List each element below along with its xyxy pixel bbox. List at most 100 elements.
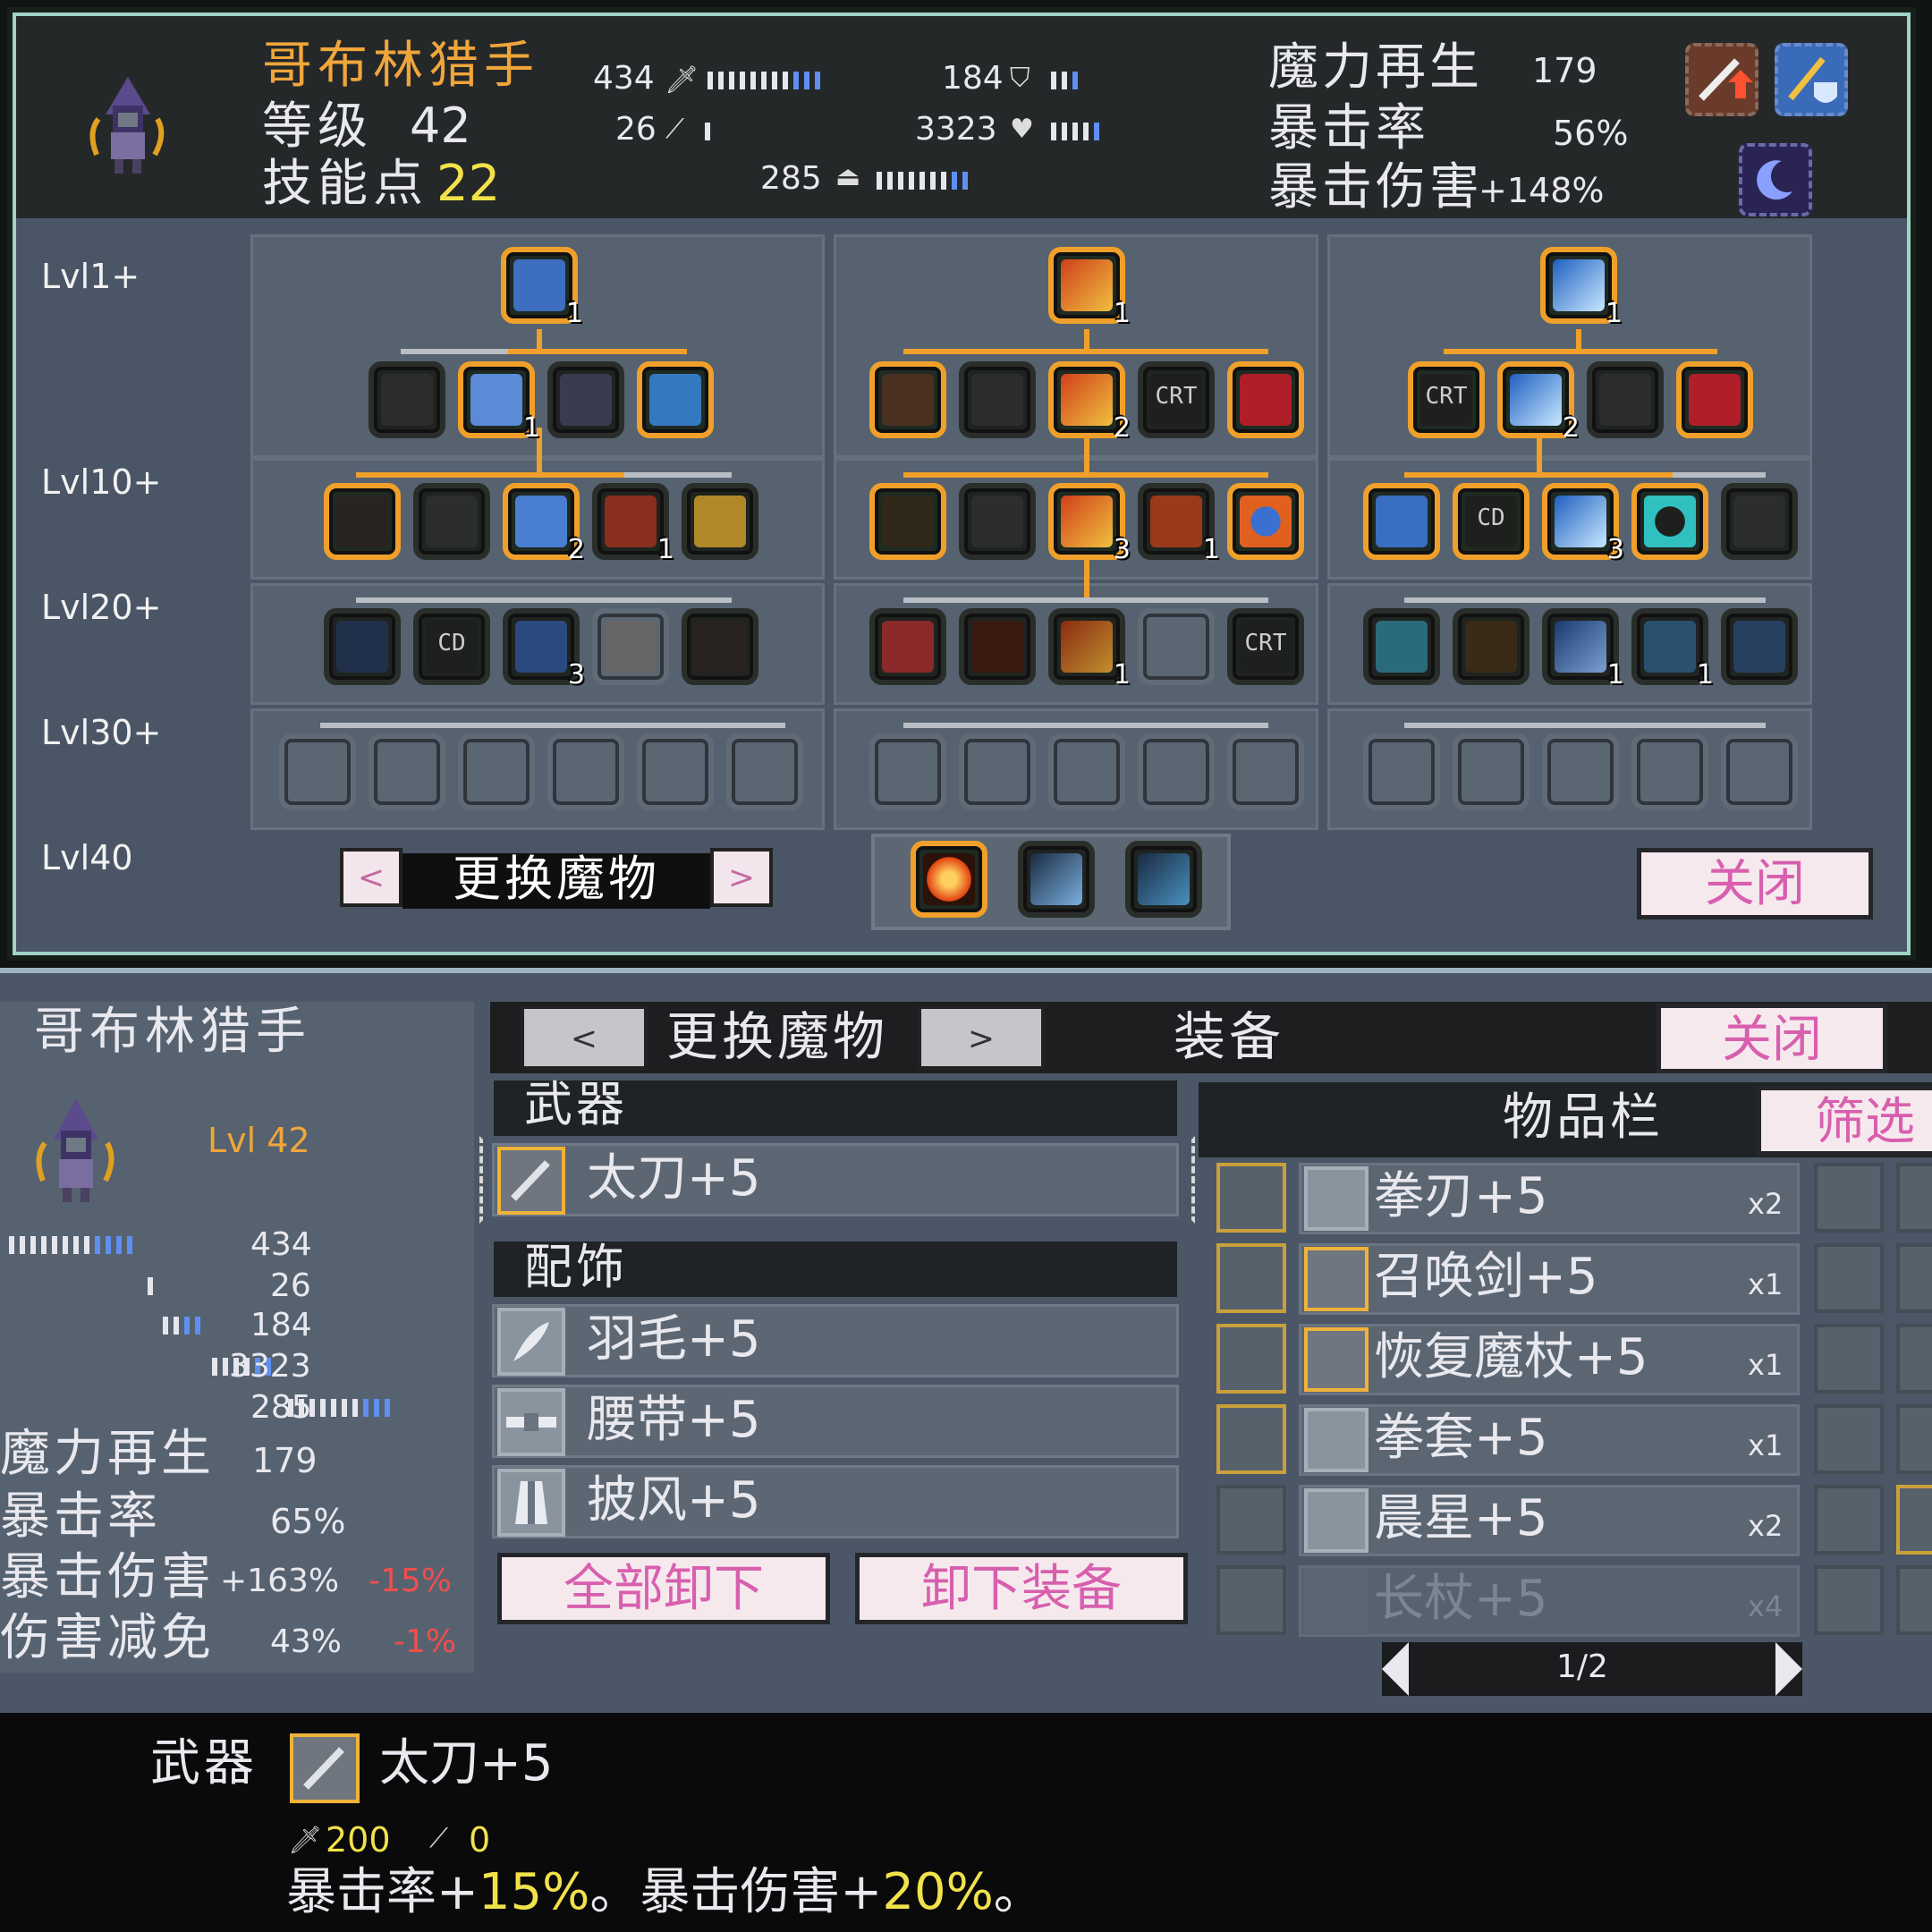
wand-icon[interactable]	[1814, 1243, 1884, 1313]
filter-button[interactable]: 筛选	[1757, 1086, 1932, 1156]
skill-node-red-burn[interactable]	[869, 608, 946, 685]
skill-node-cd-2[interactable]: CD	[1453, 483, 1530, 560]
wand-icon[interactable]	[1896, 1485, 1932, 1555]
skill-node-ice-fang[interactable]	[1363, 608, 1440, 685]
skill-node-ice-ultimate[interactable]	[1018, 841, 1095, 918]
skill-node-chalice-3[interactable]: 2	[503, 483, 585, 565]
skill-node-yin-yang[interactable]	[1227, 483, 1304, 560]
skill-node-locked[interactable]	[1363, 733, 1440, 810]
prev-monster-button[interactable]: <	[340, 848, 402, 907]
skill-node-ice-2[interactable]: 2	[1497, 361, 1580, 444]
skill-node-chalice-2[interactable]: 1	[458, 361, 540, 444]
skill-node-crescent[interactable]	[869, 483, 946, 560]
skill-node-locked[interactable]	[1721, 733, 1798, 810]
skill-node-fire-burst[interactable]: 1	[592, 483, 674, 565]
skill-node-chalice-4[interactable]: 3	[503, 608, 585, 691]
dagger-icon[interactable]	[1814, 1404, 1884, 1474]
skill-node-portal[interactable]	[1631, 483, 1708, 560]
skill-node-locked[interactable]	[369, 733, 445, 810]
accessory-name-cloak: 披风+5	[587, 1471, 761, 1530]
skill-node-locked[interactable]	[1227, 733, 1304, 810]
skill-node-cd[interactable]: CD	[413, 608, 490, 685]
orb-icon[interactable]	[1814, 1485, 1884, 1555]
close-skill-button[interactable]: 关闭	[1637, 848, 1873, 919]
skill-node-locked[interactable]	[637, 733, 714, 810]
skill-node-slash-2[interactable]: 2	[1048, 361, 1131, 444]
damage-reduction-mod: -1%	[394, 1623, 457, 1660]
skill-node-locked[interactable]	[458, 733, 535, 810]
glove-icon[interactable]	[1814, 1565, 1884, 1635]
next-page-arrow-icon[interactable]	[1775, 1642, 1802, 1696]
skill-node-locked[interactable]	[279, 733, 356, 810]
skill-node-spike-ultimate[interactable]	[1125, 841, 1202, 918]
skill-node-helmet[interactable]	[1721, 483, 1798, 560]
skill-node-target-orange[interactable]	[682, 608, 758, 685]
skill-node-locked[interactable]	[547, 733, 624, 810]
skill-node-goblin-blade[interactable]	[547, 361, 624, 438]
skill-node-ice-hand[interactable]	[1363, 483, 1440, 560]
defense-up-button[interactable]	[1775, 43, 1848, 116]
skill-node-locked[interactable]	[1138, 733, 1215, 810]
wand-icon[interactable]	[1896, 1565, 1932, 1635]
attack-stat: 434 🗡	[593, 59, 843, 96]
shuriken-category-icon[interactable]	[1216, 1565, 1286, 1635]
wand-icon[interactable]	[1896, 1324, 1932, 1394]
skill-node-defense[interactable]	[1587, 361, 1664, 438]
skill-node-frost-orb[interactable]	[1721, 608, 1798, 685]
bow-category-icon[interactable]	[1216, 1243, 1286, 1313]
skill-node-heart[interactable]	[413, 483, 490, 560]
skill-node-locked[interactable]	[726, 733, 803, 810]
skill-node-red-flame[interactable]	[1227, 361, 1304, 438]
skill-node-heart[interactable]	[959, 361, 1036, 438]
skill-node-locked[interactable]	[869, 733, 946, 810]
equip-prev-monster-button[interactable]: <	[521, 1005, 648, 1070]
skill-node-gold-coin[interactable]	[682, 483, 758, 560]
skill-node-gold-blade[interactable]	[1453, 608, 1530, 685]
skill-node-blue-hand[interactable]	[637, 361, 714, 438]
skill-node-gem-target[interactable]	[324, 483, 401, 560]
skill-node-locked[interactable]	[1453, 733, 1530, 810]
skill-node-fire[interactable]	[959, 608, 1036, 685]
skill-node-slash-3[interactable]: 3	[1048, 483, 1131, 565]
equip-next-monster-button[interactable]: >	[918, 1005, 1045, 1070]
skill-node-ice-3[interactable]: 3	[1542, 483, 1624, 565]
skill-node-slash-root[interactable]: 1	[1048, 247, 1131, 329]
skill-node-locked[interactable]	[592, 608, 669, 685]
knuckle-category-icon[interactable]	[1216, 1163, 1286, 1233]
skill-node-crt-2[interactable]: CRT	[1227, 608, 1304, 685]
skill-node-sword[interactable]	[869, 361, 946, 438]
whip-category-icon[interactable]	[1216, 1404, 1286, 1474]
skill-node-crt-3[interactable]: CRT	[1408, 361, 1485, 438]
prev-page-arrow-icon[interactable]	[1382, 1642, 1409, 1696]
skill-node-ice-spikes[interactable]: 1	[1631, 608, 1714, 691]
skill-node-slash-4[interactable]: 1	[1048, 608, 1131, 691]
skill-node-ice-4[interactable]: 1	[1542, 608, 1624, 691]
skill-node-chalice-root[interactable]: 1	[501, 247, 583, 329]
skill-node-red-shield[interactable]	[1676, 361, 1753, 438]
skill-node-ice-root[interactable]: 1	[1540, 247, 1623, 329]
skill-node-sword-dark[interactable]	[959, 483, 1036, 560]
orb-icon[interactable]	[1896, 1163, 1932, 1233]
skill-node-locked[interactable]	[1048, 733, 1125, 810]
skill-node-explosion[interactable]: 1	[1138, 483, 1220, 565]
unequip-button[interactable]: 卸下装备	[855, 1553, 1188, 1624]
close-equip-button[interactable]: 关闭	[1657, 1004, 1887, 1073]
skill-node-fire-ultimate[interactable]	[911, 841, 987, 918]
wand-icon[interactable]	[1896, 1243, 1932, 1313]
skill-node-locked[interactable]	[1138, 608, 1215, 685]
skill-node-blue-shot[interactable]	[324, 608, 401, 685]
mace-category-icon[interactable]	[1216, 1485, 1286, 1555]
skill-node-locked[interactable]	[1631, 733, 1708, 810]
unequip-all-button[interactable]: 全部卸下	[497, 1553, 830, 1624]
shuriken-icon[interactable]	[1814, 1324, 1884, 1394]
wand-icon[interactable]	[1896, 1404, 1932, 1474]
attack-up-button[interactable]	[1685, 43, 1758, 116]
skill-node-locked[interactable]	[959, 733, 1036, 810]
next-monster-button[interactable]: >	[710, 848, 773, 907]
staff-category-icon[interactable]	[1216, 1324, 1286, 1394]
skill-node-crt[interactable]: CRT	[1138, 361, 1215, 438]
moon-button[interactable]	[1739, 143, 1812, 216]
orb-icon[interactable]	[1814, 1163, 1884, 1233]
skill-node-defense[interactable]	[369, 361, 445, 438]
skill-node-locked[interactable]	[1542, 733, 1619, 810]
